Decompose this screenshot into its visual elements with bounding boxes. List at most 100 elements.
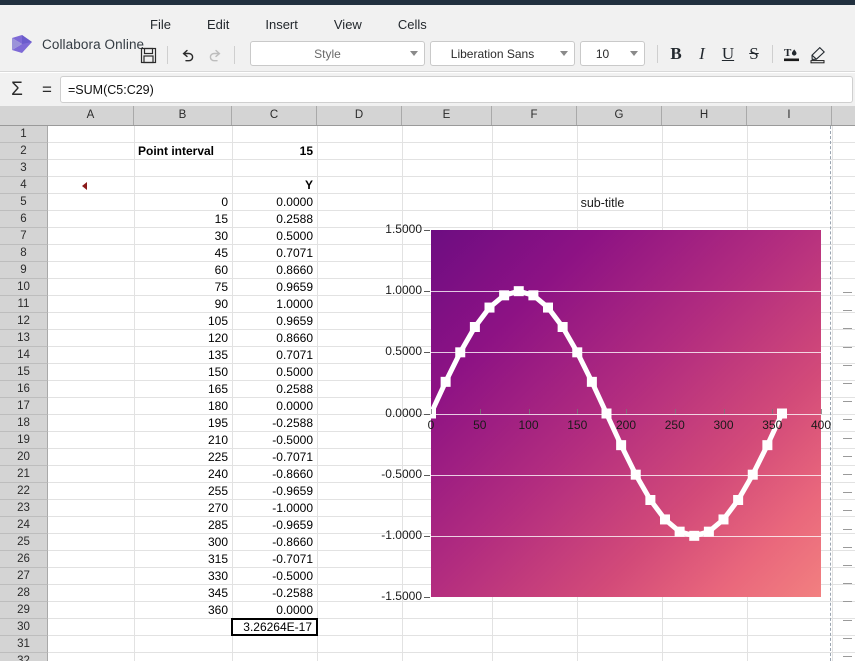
- row-header-16[interactable]: 16: [0, 381, 48, 398]
- row-header-26[interactable]: 26: [0, 551, 48, 568]
- cell-C22[interactable]: -0.9659: [232, 483, 317, 500]
- cell-B22[interactable]: 255: [134, 483, 232, 500]
- cell-C2[interactable]: 15: [232, 143, 317, 160]
- cell-C16[interactable]: 0.2588: [232, 381, 317, 398]
- row-header-15[interactable]: 15: [0, 364, 48, 381]
- row-header-3[interactable]: 3: [0, 160, 48, 177]
- font-color-icon[interactable]: T: [778, 41, 804, 67]
- row-header-32[interactable]: 32: [0, 653, 48, 661]
- cell-B7[interactable]: 30: [134, 228, 232, 245]
- cell-C10[interactable]: 0.9659: [232, 279, 317, 296]
- column-header-d[interactable]: D: [317, 106, 402, 125]
- row-header-22[interactable]: 22: [0, 483, 48, 500]
- strikethrough-button[interactable]: S: [741, 41, 767, 67]
- cell-B21[interactable]: 240: [134, 466, 232, 483]
- chevron-down-icon[interactable]: [404, 42, 424, 65]
- cell-B25[interactable]: 300: [134, 534, 232, 551]
- cell-C5[interactable]: 0.0000: [232, 194, 317, 211]
- row-header-18[interactable]: 18: [0, 415, 48, 432]
- cell-B11[interactable]: 90: [134, 296, 232, 313]
- cell-B16[interactable]: 165: [134, 381, 232, 398]
- cell-B17[interactable]: 180: [134, 398, 232, 415]
- row-header-5[interactable]: 5: [0, 194, 48, 211]
- cell-C19[interactable]: -0.5000: [232, 432, 317, 449]
- font-name-combo[interactable]: Liberation Sans: [430, 41, 575, 66]
- cell-B26[interactable]: 315: [134, 551, 232, 568]
- row-header-6[interactable]: 6: [0, 211, 48, 228]
- cell-C15[interactable]: 0.5000: [232, 364, 317, 381]
- column-header-g[interactable]: G: [577, 106, 662, 125]
- cell-B14[interactable]: 135: [134, 347, 232, 364]
- row-header-19[interactable]: 19: [0, 432, 48, 449]
- row-header-14[interactable]: 14: [0, 347, 48, 364]
- menu-item-file[interactable]: File: [132, 13, 189, 36]
- formula-input[interactable]: =SUM(C5:C29): [60, 76, 853, 103]
- cell-B9[interactable]: 60: [134, 262, 232, 279]
- row-header-11[interactable]: 11: [0, 296, 48, 313]
- row-header-13[interactable]: 13: [0, 330, 48, 347]
- font-size-combo[interactable]: 10: [580, 41, 645, 66]
- cell-C12[interactable]: 0.9659: [232, 313, 317, 330]
- selected-cell-C30[interactable]: 3.26264E-17: [231, 618, 318, 636]
- row-header-20[interactable]: 20: [0, 449, 48, 466]
- cell-C21[interactable]: -0.8660: [232, 466, 317, 483]
- cell-B12[interactable]: 105: [134, 313, 232, 330]
- cell-comment-marker[interactable]: [82, 182, 87, 190]
- cell-B10[interactable]: 75: [134, 279, 232, 296]
- cell-B8[interactable]: 45: [134, 245, 232, 262]
- menu-item-insert[interactable]: Insert: [247, 13, 316, 36]
- cell-B15[interactable]: 150: [134, 364, 232, 381]
- row-header-1[interactable]: 1: [0, 126, 48, 143]
- cell-C6[interactable]: 0.2588: [232, 211, 317, 228]
- row-header-21[interactable]: 21: [0, 466, 48, 483]
- cell-C9[interactable]: 0.8660: [232, 262, 317, 279]
- cell-C18[interactable]: -0.2588: [232, 415, 317, 432]
- cell-C20[interactable]: -0.7071: [232, 449, 317, 466]
- row-header-2[interactable]: 2: [0, 143, 48, 160]
- cell-C4[interactable]: Y: [232, 177, 317, 194]
- cell-C17[interactable]: 0.0000: [232, 398, 317, 415]
- column-header-h[interactable]: H: [662, 106, 747, 125]
- row-header-4[interactable]: 4: [0, 177, 48, 194]
- equals-icon[interactable]: =: [34, 80, 60, 100]
- row-header-25[interactable]: 25: [0, 534, 48, 551]
- cell-B6[interactable]: 15: [134, 211, 232, 228]
- row-header-10[interactable]: 10: [0, 279, 48, 296]
- cell-B2[interactable]: Point interval: [134, 143, 232, 160]
- menu-item-view[interactable]: View: [316, 13, 380, 36]
- cell-C7[interactable]: 0.5000: [232, 228, 317, 245]
- underline-button[interactable]: U: [715, 41, 741, 67]
- chart-object[interactable]: sub-title 1.50001.00000.50000.0000-0.500…: [375, 186, 830, 611]
- row-header-8[interactable]: 8: [0, 245, 48, 262]
- sigma-sum-icon[interactable]: Σ: [0, 79, 34, 101]
- menu-item-edit[interactable]: Edit: [189, 13, 247, 36]
- cell-B27[interactable]: 330: [134, 568, 232, 585]
- cell-B24[interactable]: 285: [134, 517, 232, 534]
- paragraph-style-combo[interactable]: Style: [250, 41, 425, 66]
- cell-B18[interactable]: 195: [134, 415, 232, 432]
- row-header-9[interactable]: 9: [0, 262, 48, 279]
- highlight-color-icon[interactable]: [804, 41, 830, 67]
- cell-B20[interactable]: 225: [134, 449, 232, 466]
- row-header-27[interactable]: 27: [0, 568, 48, 585]
- column-header-a[interactable]: A: [48, 106, 134, 125]
- cell-C27[interactable]: -0.5000: [232, 568, 317, 585]
- cell-C28[interactable]: -0.2588: [232, 585, 317, 602]
- menu-item-cells[interactable]: Cells: [380, 13, 445, 36]
- row-header-31[interactable]: 31: [0, 636, 48, 653]
- column-header-e[interactable]: E: [402, 106, 492, 125]
- save-button[interactable]: [134, 41, 162, 69]
- row-header-28[interactable]: 28: [0, 585, 48, 602]
- row-header-24[interactable]: 24: [0, 517, 48, 534]
- cell-B13[interactable]: 120: [134, 330, 232, 347]
- chevron-down-icon[interactable]: [554, 42, 574, 65]
- cell-B5[interactable]: 0: [134, 194, 232, 211]
- bold-button[interactable]: B: [663, 41, 689, 67]
- chevron-down-icon[interactable]: [624, 42, 644, 65]
- column-header-i[interactable]: I: [747, 106, 832, 125]
- cell-B29[interactable]: 360: [134, 602, 232, 619]
- cell-C26[interactable]: -0.7071: [232, 551, 317, 568]
- cell-C13[interactable]: 0.8660: [232, 330, 317, 347]
- redo-button[interactable]: [201, 41, 229, 69]
- cell-C23[interactable]: -1.0000: [232, 500, 317, 517]
